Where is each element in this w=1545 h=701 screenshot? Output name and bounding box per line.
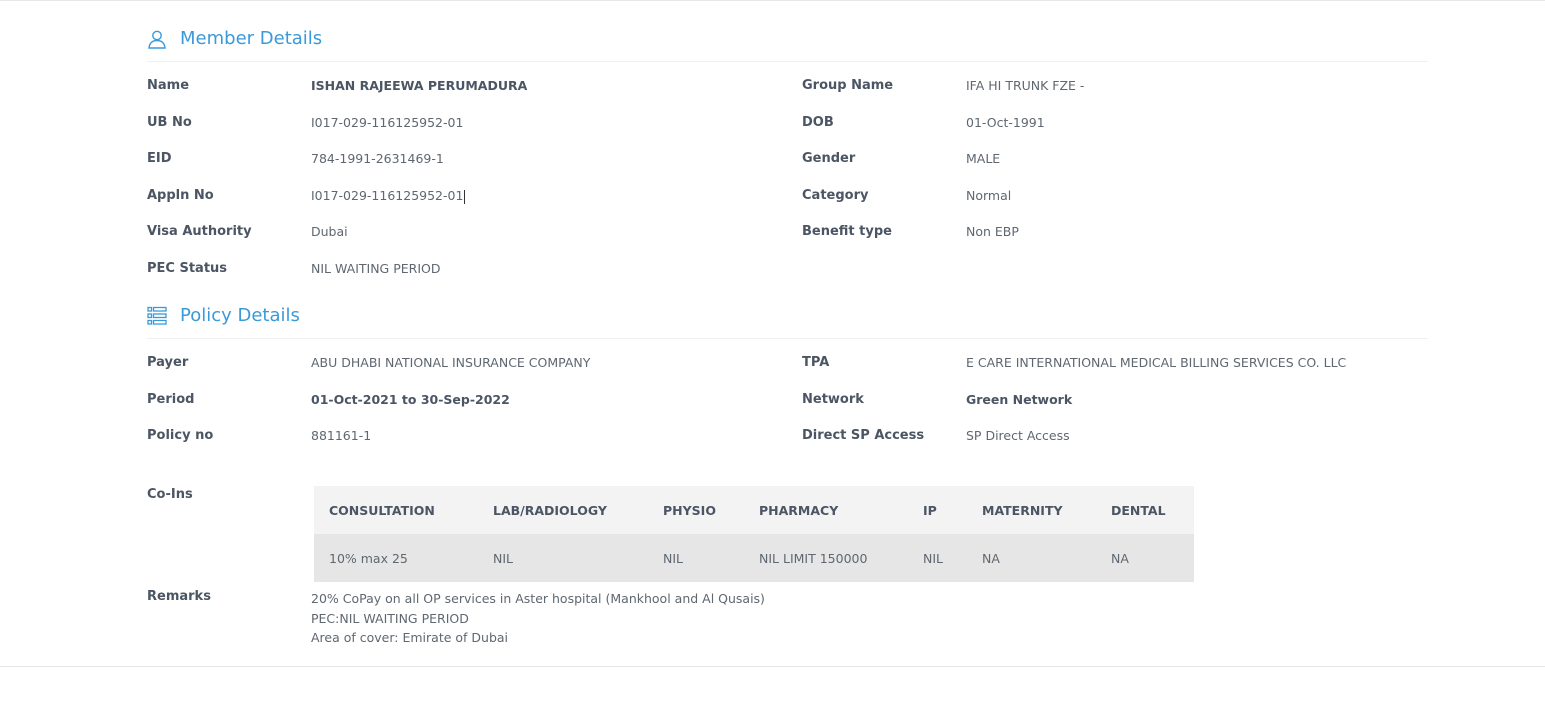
coins-cell-consultation: 10% max 25	[314, 534, 478, 582]
coins-header-physio: PHYSIO	[648, 486, 744, 534]
coins-cell-dental: NA	[1096, 534, 1194, 582]
remarks-line: Area of cover: Emirate of Dubai	[311, 630, 509, 645]
period-value: 01-Oct-2021 to 30-Sep-2022	[311, 392, 510, 407]
coins-header-row: CONSULTATION LAB/RADIOLOGY PHYSIO PHARMA…	[314, 486, 1194, 534]
coins-cell-physio: NIL	[648, 534, 744, 582]
user-icon	[147, 29, 167, 49]
coins-table: CONSULTATION LAB/RADIOLOGY PHYSIO PHARMA…	[314, 486, 1194, 582]
appln-no-value-wrap[interactable]: I017-029-116125952-01	[311, 188, 466, 204]
policy-details-divider	[147, 338, 1428, 339]
direct-sp-access-value: SP Direct Access	[966, 428, 1070, 443]
member-details-heading: Member Details	[180, 28, 323, 49]
network-value: Green Network	[966, 392, 1073, 407]
next-section-icon	[165, 697, 181, 701]
policy-details-title: Policy Details	[147, 305, 300, 326]
pec-status-label: PEC Status	[147, 261, 228, 276]
coins-label: Co-Ins	[147, 487, 193, 502]
tpa-label: TPA	[802, 355, 830, 370]
policy-no-value: 881161-1	[311, 428, 372, 443]
coins-header-lab-radiology: LAB/RADIOLOGY	[478, 486, 648, 534]
coins-header-ip: IP	[908, 486, 967, 534]
member-details-title: Member Details	[147, 28, 322, 49]
appln-no-value: I017-029-116125952-01	[311, 188, 464, 203]
policy-details-heading: Policy Details	[180, 305, 300, 326]
payer-value: ABU DHABI NATIONAL INSURANCE COMPANY	[311, 355, 591, 370]
eid-value: 784-1991-2631469-1	[311, 151, 444, 166]
coins-header-dental: DENTAL	[1096, 486, 1194, 534]
dob-label: DOB	[802, 115, 834, 130]
appln-no-label: Appln No	[147, 188, 214, 203]
tpa-value: E CARE INTERNATIONAL MEDICAL BILLING SER…	[966, 355, 1347, 370]
group-name-label: Group Name	[802, 78, 894, 93]
coins-header-pharmacy: PHARMACY	[744, 486, 908, 534]
table-row: 10% max 25 NIL NIL NIL LIMIT 150000 NIL …	[314, 534, 1194, 582]
category-value: Normal	[966, 188, 1012, 203]
policy-no-label: Policy no	[147, 428, 214, 443]
category-label: Category	[802, 188, 869, 203]
coins-cell-maternity: NA	[967, 534, 1096, 582]
visa-authority-label: Visa Authority	[147, 224, 252, 239]
ub-no-label: UB No	[147, 115, 192, 130]
coins-header-consultation: CONSULTATION	[314, 486, 478, 534]
remarks-line: PEC:NIL WAITING PERIOD	[311, 610, 469, 626]
gender-value: MALE	[966, 151, 1001, 166]
visa-authority-value: Dubai	[311, 224, 348, 239]
payer-label: Payer	[147, 355, 189, 370]
name-label: Name	[147, 78, 190, 93]
pec-status-value: NIL WAITING PERIOD	[311, 261, 441, 276]
ub-no-value: I017-029-116125952-01	[311, 115, 464, 130]
direct-sp-access-label: Direct SP Access	[802, 428, 925, 443]
gender-label: Gender	[802, 151, 856, 166]
benefit-type-value: Non EBP	[966, 224, 1019, 239]
remarks-label: Remarks	[147, 589, 211, 604]
eid-label: EID	[147, 151, 172, 166]
name-value: ISHAN RAJEEWA PERUMADURA	[311, 78, 528, 93]
text-cursor	[464, 189, 466, 204]
list-icon	[147, 306, 167, 326]
section-bottom-border	[0, 666, 1545, 667]
member-details-divider	[147, 61, 1428, 62]
coins-cell-ip: NIL	[908, 534, 967, 582]
top-border	[0, 0, 1545, 1]
period-label: Period	[147, 392, 195, 407]
coins-cell-pharmacy: NIL LIMIT 150000	[744, 534, 908, 582]
benefit-type-label: Benefit type	[802, 224, 892, 239]
coins-cell-lab-radiology: NIL	[478, 534, 648, 582]
remarks-line: 20% CoPay on all OP services in Aster ho…	[311, 591, 765, 606]
coins-header-maternity: MATERNITY	[967, 486, 1096, 534]
network-label: Network	[802, 392, 864, 407]
group-name-value: IFA HI TRUNK FZE -	[966, 78, 1085, 93]
remarks-text: 20% CoPay on all OP services in Aster ho…	[311, 589, 765, 648]
dob-value: 01-Oct-1991	[966, 115, 1045, 130]
